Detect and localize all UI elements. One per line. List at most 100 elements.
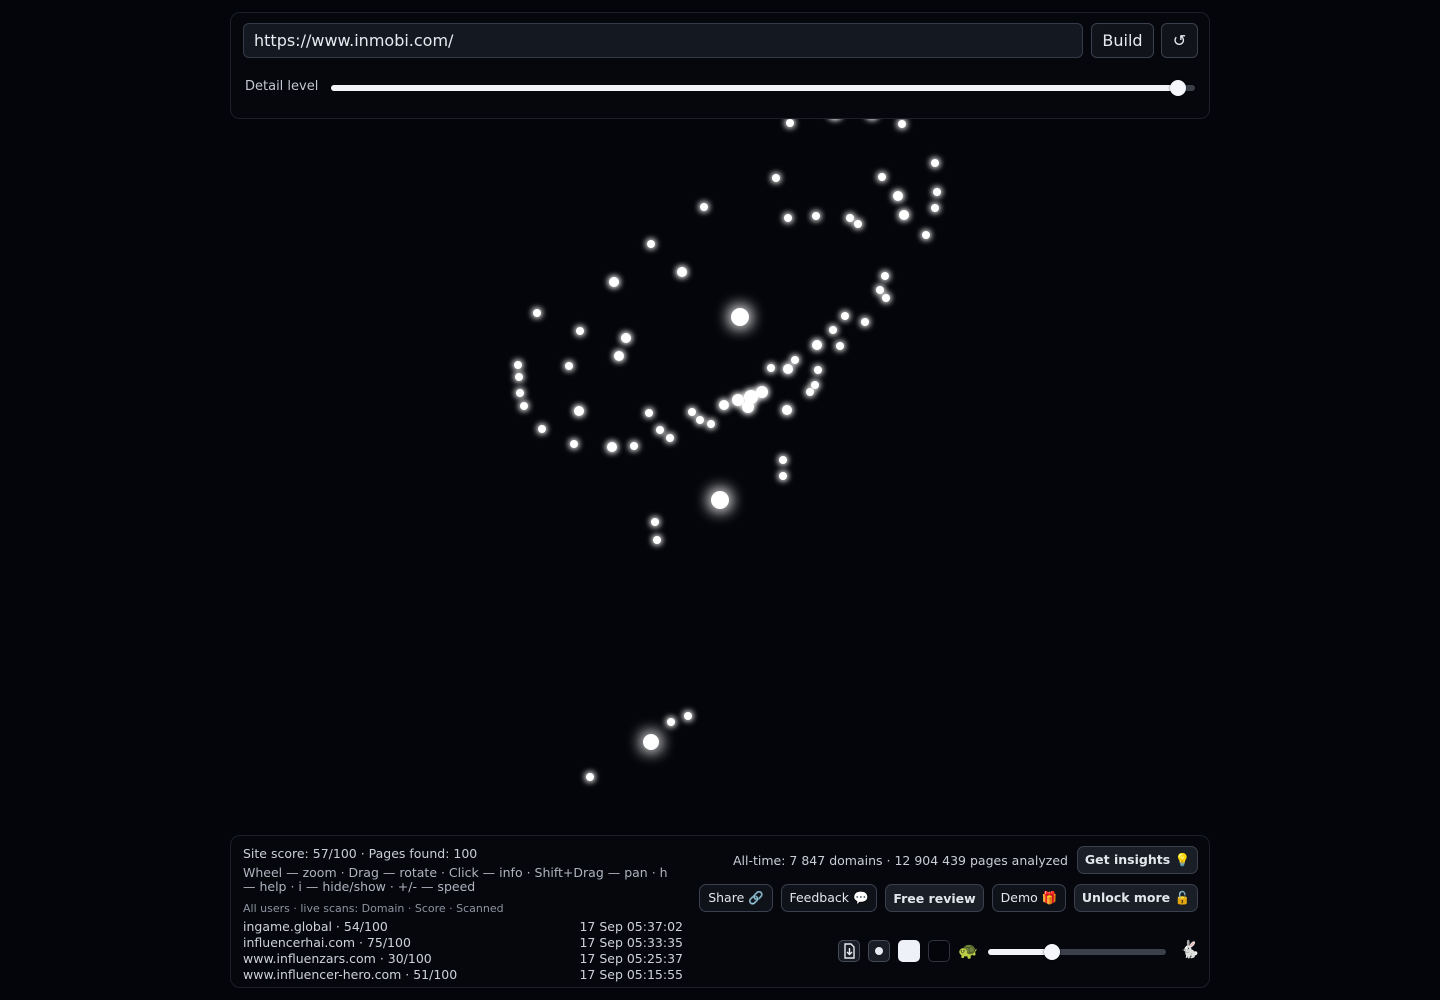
graph-node[interactable] [677,267,687,277]
graph-node[interactable] [786,119,794,127]
graph-node[interactable] [829,326,837,334]
graph-node[interactable] [933,188,941,196]
graph-node[interactable] [576,327,584,335]
graph-node[interactable] [899,210,909,220]
graph-node[interactable] [812,212,820,220]
graph-node[interactable] [812,340,822,350]
graph-node[interactable] [719,400,729,410]
graph-node[interactable] [700,203,708,211]
graph-node[interactable] [656,426,664,434]
url-input[interactable] [243,23,1083,58]
graph-node[interactable] [742,401,754,413]
graph-node[interactable] [784,214,792,222]
reset-icon[interactable]: ↺ [1161,23,1198,58]
scan-time: 17 Sep 05:25:37 [579,951,683,966]
feedback-button[interactable]: Feedback 💬 [781,884,877,912]
unlock-more-button[interactable]: Unlock more 🔓 [1074,884,1198,912]
graph-node[interactable] [609,277,619,287]
graph-node[interactable] [533,309,541,317]
graph-node[interactable] [666,434,674,442]
graph-node[interactable] [653,536,661,544]
graph-node[interactable] [779,472,787,480]
demo-button[interactable]: Demo 🎁 [992,884,1066,912]
graph-node[interactable] [791,356,799,364]
graph-node[interactable] [881,272,889,280]
graph-node[interactable] [514,361,522,369]
graph-node[interactable] [731,308,749,326]
graph-node[interactable] [882,294,890,302]
graph-node[interactable] [783,364,793,374]
graph-node[interactable] [538,425,546,433]
graph-node[interactable] [645,409,653,417]
graph-node[interactable] [811,381,819,389]
get-insights-button[interactable]: Get insights 💡 [1077,846,1198,874]
graph-node[interactable] [767,364,775,372]
graph-node[interactable] [520,402,528,410]
graph-node[interactable] [565,362,573,370]
graph-node[interactable] [515,373,523,381]
scan-domain: www.influenzars.com · 30/100 [243,951,432,966]
download-icon[interactable] [838,940,860,962]
rabbit-icon: 🐇 [1179,940,1201,960]
graph-node[interactable] [841,312,849,320]
node-mode-dot-button[interactable] [868,940,890,962]
graph-node[interactable] [574,406,584,416]
share-button[interactable]: Share 🔗 [699,884,773,912]
build-button[interactable]: Build [1091,23,1154,58]
graph-node[interactable] [878,173,886,181]
speed-slider[interactable] [988,944,1166,960]
graph-node[interactable] [931,204,939,212]
graph-node[interactable] [732,394,744,406]
top-toolbar: Build ↺ Detail level [230,12,1210,119]
graph-node[interactable] [876,286,884,294]
list-item[interactable]: influencerhai.com · 75/100 17 Sep 05:33:… [243,935,683,951]
graph-node[interactable] [707,420,715,428]
graph-node[interactable] [931,159,939,167]
graph-node[interactable] [684,712,692,720]
graph-node[interactable] [614,351,624,361]
graph-node[interactable] [861,318,869,326]
free-review-button[interactable]: Free review [885,884,984,912]
scan-domain: ingame.global · 54/100 [243,919,388,934]
graph-node[interactable] [586,773,594,781]
graph-node[interactable] [836,342,844,350]
theme-dark-button[interactable] [928,940,950,962]
graph-node[interactable] [854,220,862,228]
graph-node[interactable] [651,518,659,526]
graph-node[interactable] [806,388,814,396]
graph-node[interactable] [643,734,659,750]
graph-nodes[interactable] [514,105,941,781]
graph-node[interactable] [647,240,655,248]
graph-node[interactable] [570,440,578,448]
detail-level-thumb[interactable] [1169,80,1186,96]
graph-node[interactable] [779,456,787,464]
scan-time: 17 Sep 05:15:55 [579,967,683,982]
scan-domain: www.influencer-hero.com · 51/100 [243,967,458,982]
theme-light-button[interactable] [898,940,920,962]
graph-node[interactable] [688,408,696,416]
graph-node[interactable] [782,405,792,415]
bottom-panel: Site score: 57/100 · Pages found: 100 Wh… [230,835,1210,988]
speed-thumb[interactable] [1044,944,1061,960]
graph-node[interactable] [898,120,906,128]
scan-time: 17 Sep 05:33:35 [579,935,683,950]
graph-node[interactable] [814,366,822,374]
graph-node[interactable] [756,386,768,398]
list-item[interactable]: www.influenzars.com · 30/100 17 Sep 05:2… [243,951,683,967]
graph-node[interactable] [621,333,631,343]
graph-node[interactable] [607,442,617,452]
speed-fill [988,949,1053,955]
graph-node[interactable] [772,174,780,182]
graph-node[interactable] [516,389,524,397]
list-item[interactable]: ingame.global · 54/100 17 Sep 05:37:02 [243,919,683,935]
list-item[interactable]: www.influencer-hero.com · 51/100 17 Sep … [243,967,683,983]
graph-node[interactable] [893,191,903,201]
detail-level-slider[interactable] [331,80,1195,96]
graph-node[interactable] [630,442,638,450]
detail-level-fill [331,85,1178,91]
graph-node[interactable] [696,416,704,424]
graph-node[interactable] [846,214,854,222]
graph-node[interactable] [922,231,930,239]
graph-node[interactable] [711,491,729,509]
graph-node[interactable] [667,718,675,726]
